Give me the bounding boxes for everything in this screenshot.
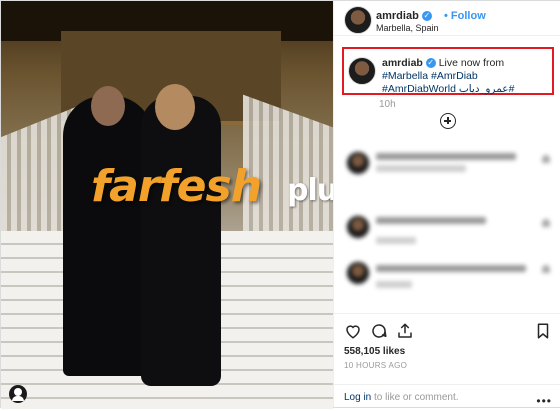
author-username[interactable]: amrdiab [376, 10, 419, 22]
post-actions: 558,105 likes 10 HOURS AGO Log in to lik… [334, 313, 560, 410]
comment-blurred [342, 213, 554, 247]
post-header: amrdiab ✓ • Follow Marbella, Spain [334, 1, 560, 36]
caption-username[interactable]: amrdiab [382, 57, 423, 69]
comment-blurred [342, 259, 554, 293]
caption-text: amrdiab ✓ Live now from #Marbella #AmrDi… [382, 57, 515, 95]
hashtag-marbella[interactable]: #Marbella [382, 70, 428, 82]
post-timestamp: 10 HOURS AGO [344, 361, 408, 370]
follow-button[interactable]: Follow [451, 10, 486, 22]
watermark-farfesh: farfesh [91, 161, 262, 212]
watermark-plus: plus.com [287, 173, 333, 208]
comment-blurred [342, 149, 554, 183]
location-link[interactable]: Marbella, Spain [376, 23, 439, 33]
login-link[interactable]: Log in [344, 392, 371, 403]
heart-icon[interactable] [344, 322, 362, 340]
caption-time: 10h [379, 99, 396, 110]
verified-icon: ✓ [425, 58, 436, 69]
photo-man [63, 86, 153, 376]
login-bar: Log in to like or comment. ••• [334, 384, 560, 411]
instagram-post: farfesh plus.com amrdiab ✓ • Follow Marb… [0, 0, 560, 410]
post-side-panel: amrdiab ✓ • Follow Marbella, Spain amrdi… [333, 1, 560, 410]
hashtag-amrdiab[interactable]: #AmrDiab [431, 70, 478, 82]
photo-woman [141, 84, 221, 386]
post-photo[interactable]: farfesh plus.com [1, 1, 333, 409]
hashtag-amrdiabworld[interactable]: #AmrDiabWorld [382, 83, 456, 95]
comment-icon[interactable] [370, 322, 388, 340]
caption-highlight: amrdiab ✓ Live now from #Marbella #AmrDi… [342, 47, 554, 95]
hashtag-arabic[interactable]: #عمرو_دياب [459, 83, 515, 95]
verified-icon: ✓ [421, 11, 432, 22]
caption-avatar[interactable] [348, 57, 376, 85]
add-comments-icon[interactable] [440, 113, 456, 129]
likes-count[interactable]: 558,105 likes [344, 346, 405, 357]
tag-user-icon[interactable] [9, 385, 27, 403]
bookmark-icon[interactable] [534, 322, 552, 340]
share-icon[interactable] [396, 322, 414, 340]
more-options-icon[interactable]: ••• [536, 394, 552, 408]
author-avatar[interactable] [344, 6, 372, 34]
